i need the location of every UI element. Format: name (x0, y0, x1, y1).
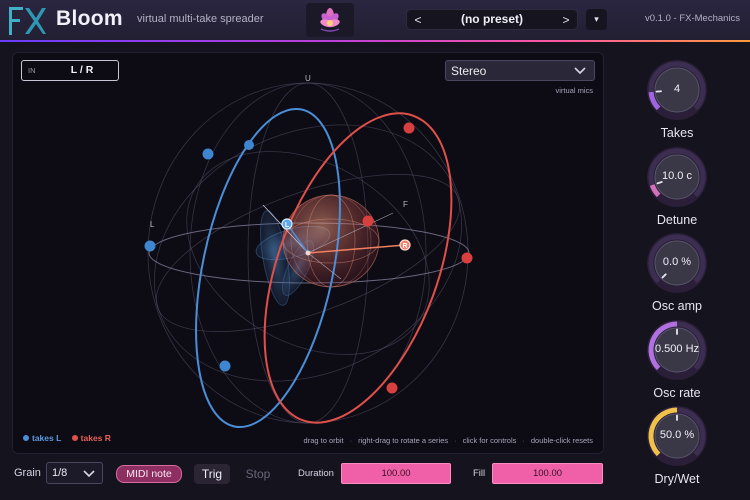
header-accent-line (0, 40, 750, 42)
knob-label: Takes (660, 126, 694, 140)
trig-button[interactable]: Trig (194, 464, 230, 484)
app-title: Bloom (56, 7, 123, 30)
fill-field[interactable]: 100.00 (492, 463, 603, 484)
knob-label: Osc rate (653, 386, 701, 400)
input-channel-box[interactable]: IN L / R (21, 60, 119, 81)
grain-value: 1/8 (52, 467, 68, 479)
grain-label: Grain (14, 467, 41, 479)
mic-caption: virtual mics (555, 86, 593, 95)
right-marker-label: R (402, 243, 407, 250)
mic-visualizer-panel[interactable]: L R IN L / R Stereo virtual mics U L F t… (12, 52, 604, 454)
interaction-hints: drag to orbit · right-drag to rotate a ser… (303, 436, 593, 445)
input-value: L / R (70, 64, 94, 76)
input-label: IN (28, 66, 36, 75)
legend-left-label: takes L (32, 433, 62, 443)
knob-takes[interactable]: 4 Takes (642, 56, 712, 140)
knob-label: Osc amp (651, 299, 702, 313)
knob-osc-rate[interactable]: 0.500 Hz Osc rate (642, 316, 712, 400)
header-bar: Bloom virtual multi-take spreader < (no … (0, 0, 750, 40)
left-marker-label: L (285, 222, 290, 229)
knob-value: 50.0 % (659, 429, 695, 441)
chevron-down-icon (83, 470, 95, 478)
right-mic-marker: R (399, 239, 411, 251)
hint-click: click for controls (462, 436, 517, 445)
preset-name[interactable]: (no preset) (427, 12, 557, 26)
chevron-down-icon (574, 67, 586, 75)
midi-note-button[interactable]: MIDI note (116, 465, 182, 483)
left-take-dots (144, 140, 254, 372)
stop-button[interactable]: Stop (241, 464, 275, 484)
app-subtitle: virtual multi-take spreader (137, 13, 264, 25)
duration-field[interactable]: 100.00 (341, 463, 451, 484)
knob-label: Dry/Wet (654, 472, 700, 486)
knob-value: 4 (673, 83, 681, 95)
legend-right-label: takes R (80, 433, 111, 443)
preset-prev-button[interactable]: < (409, 11, 427, 29)
takes-legend: takes L takes R (23, 433, 119, 443)
knob-value: 0.0 % (662, 256, 692, 268)
knob-value: 10.0 c (662, 170, 692, 182)
knob-detune[interactable]: 10.0 c Detune (642, 143, 712, 227)
fill-label: Fill (473, 468, 486, 479)
preset-menu-button[interactable]: ▾ (586, 9, 607, 30)
hint-right-drag: right-drag to rotate a series (358, 436, 449, 445)
axis-up-label: U (305, 74, 311, 83)
hint-double-click: double-click resets (530, 436, 593, 445)
legend-right-dot (71, 435, 78, 441)
knob-label: Detune (656, 213, 698, 227)
legend-left: takes L (23, 433, 61, 443)
bloom-flower-button[interactable] (306, 3, 354, 37)
version-label: v0.1.0 - FX-Mechanics (645, 13, 741, 24)
knob-dry-wet[interactable]: 50.0 % Dry/Wet (642, 402, 712, 486)
grain-select[interactable]: 1/8 (46, 462, 103, 484)
preset-next-button[interactable]: > (557, 11, 575, 29)
preset-selector[interactable]: < (no preset) > (406, 9, 578, 30)
knob-osc-amp[interactable]: 0.0 % Osc amp (642, 229, 712, 313)
mic-mode-value: Stereo (451, 64, 487, 78)
hint-drag: drag to orbit (303, 436, 344, 445)
axis-left-label: L (150, 220, 155, 229)
sphere-visualization[interactable]: L R (13, 53, 604, 454)
fx-logo-icon (9, 7, 46, 35)
duration-label: Duration (298, 468, 334, 479)
right-take-dots (362, 122, 473, 394)
left-mic-marker: L (281, 218, 293, 230)
mic-mode-select[interactable]: Stereo (445, 60, 595, 81)
legend-left-dot (23, 435, 29, 441)
lotus-flower-icon (320, 8, 340, 32)
axis-front-label: F (403, 200, 408, 209)
legend-right: takes R (71, 433, 111, 443)
knob-value: 0.500 Hz (654, 343, 700, 355)
